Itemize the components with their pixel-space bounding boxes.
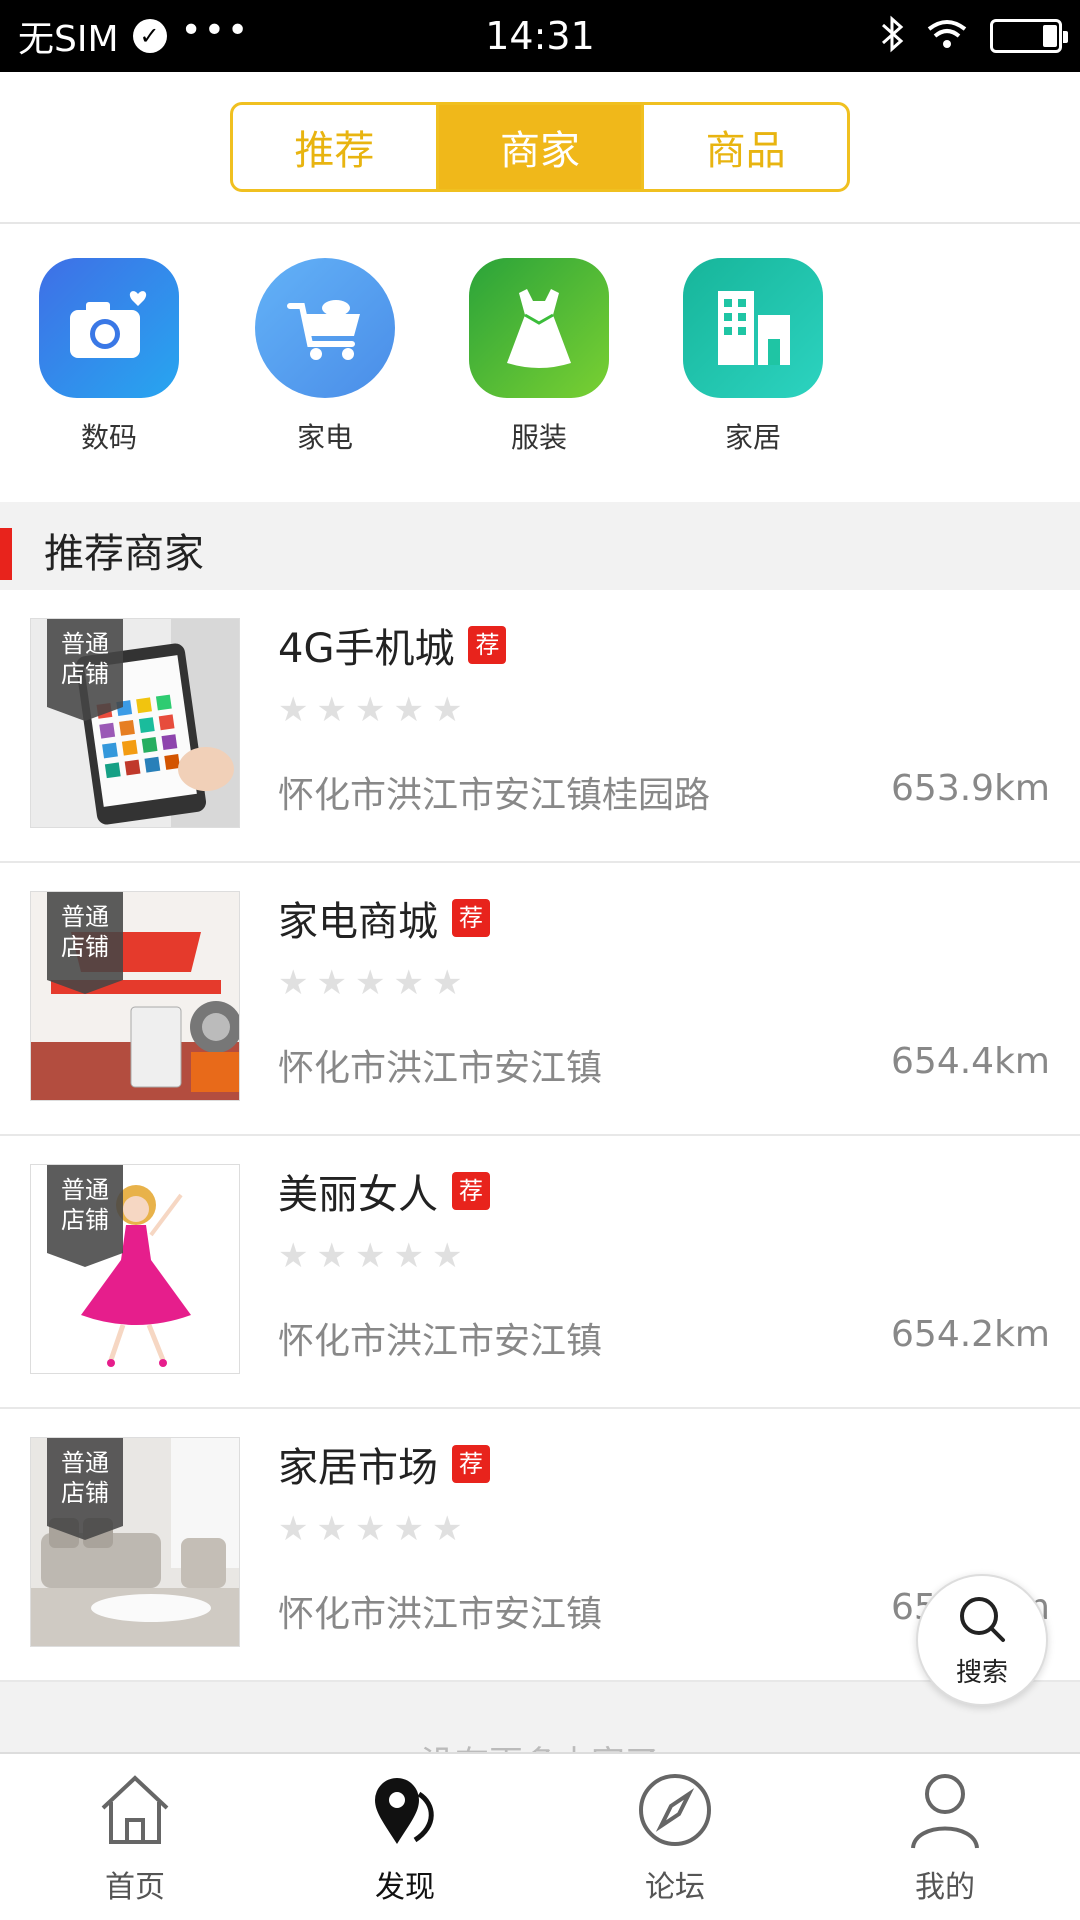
star-icon: ★	[393, 1236, 424, 1276]
tab-forum[interactable]: 论坛	[540, 1754, 810, 1920]
category-label: 数码	[80, 421, 137, 454]
star-icon: ★	[316, 1509, 347, 1549]
tab-profile[interactable]: 我的	[810, 1754, 1080, 1920]
merchant-address: 怀化市洪江市安江镇	[278, 1048, 603, 1089]
tab-merchants[interactable]: 商家	[435, 105, 642, 189]
star-icon: ★	[316, 690, 347, 730]
merchant-thumbnail: 普通 店铺	[30, 618, 240, 828]
tab-label: 我的	[915, 1870, 975, 1905]
star-icon: ★	[431, 1236, 463, 1276]
location-icon	[365, 1770, 445, 1854]
merchant-item[interactable]: 普通 店铺 4G手机城 荐 ★ ★ ★ ★ ★ 怀化市洪江市安江镇桂园路 653.9km	[0, 590, 1080, 863]
star-rating: ★ ★ ★ ★ ★	[278, 1509, 462, 1549]
merchant-address: 怀化市洪江市安江镇桂园路	[278, 775, 711, 816]
no-more-text: 没有更多内容了	[0, 1736, 1080, 1752]
merchant-thumbnail: 普通 店铺	[30, 1164, 240, 1374]
star-rating: ★ ★ ★ ★ ★	[278, 963, 462, 1003]
recommended-badge: 荐	[468, 626, 507, 664]
merchant-name: 家电商城	[278, 899, 438, 945]
merchant-thumbnail: 普通 店铺	[30, 891, 240, 1101]
star-rating: ★ ★ ★ ★ ★	[278, 1236, 462, 1276]
tab-label: 发现	[375, 1870, 435, 1905]
status-bar: 无SIM ✓ ••• 14:31	[0, 0, 1080, 72]
segmented-tabs: 推荐 商家 商品	[230, 102, 850, 192]
star-icon: ★	[393, 963, 424, 1003]
merchant-name: 美丽女人	[278, 1172, 438, 1218]
merchant-name: 家居市场	[278, 1445, 438, 1491]
star-icon: ★	[278, 1236, 309, 1276]
building-icon	[683, 258, 823, 398]
merchant-name: 4G手机城	[278, 626, 455, 672]
star-icon: ★	[354, 1236, 386, 1276]
star-icon: ★	[393, 1509, 424, 1549]
star-icon: ★	[354, 963, 386, 1003]
merchant-thumbnail: 普通 店铺	[30, 1437, 240, 1647]
recommended-badge: 荐	[452, 1172, 490, 1210]
recommended-badge: 荐	[452, 899, 490, 937]
tab-recommend[interactable]: 推荐	[233, 105, 436, 189]
star-rating: ★ ★ ★ ★ ★	[278, 690, 462, 730]
tab-discover[interactable]: 发现	[270, 1754, 540, 1920]
user-icon	[905, 1770, 985, 1854]
store-type-tag: 普通 店铺	[47, 1165, 123, 1267]
category-home[interactable]: 家居	[668, 258, 838, 456]
compass-icon	[635, 1770, 715, 1854]
merchant-distance: 654.4km	[891, 1041, 1050, 1082]
battery-icon	[990, 19, 1068, 53]
star-icon: ★	[431, 690, 463, 730]
star-icon: ★	[354, 1509, 386, 1549]
category-label: 服装	[510, 421, 567, 454]
recommended-badge: 荐	[452, 1445, 490, 1483]
merchant-item[interactable]: 普通 店铺 家电商城 荐 ★ ★ ★ ★ ★ 怀化市洪江市安江镇 654.4km	[0, 863, 1080, 1136]
star-icon: ★	[431, 963, 463, 1003]
bluetooth-icon	[880, 14, 904, 58]
top-header: 推荐 商家 商品	[0, 72, 1080, 224]
category-clothing[interactable]: 服装	[454, 258, 624, 456]
merchant-name-row: 家居市场 荐	[278, 1435, 490, 1493]
camera-icon	[39, 258, 179, 398]
bottom-tab-bar: 首页 发现 论坛 我的	[0, 1752, 1080, 1920]
dress-icon	[469, 258, 609, 398]
tab-products[interactable]: 商品	[641, 105, 847, 189]
category-appliance[interactable]: 家电	[240, 258, 410, 456]
home-icon	[95, 1770, 175, 1854]
section-title: 推荐商家	[44, 531, 204, 577]
star-icon: ★	[316, 1236, 347, 1276]
wifi-icon	[926, 17, 968, 55]
category-label: 家电	[296, 421, 353, 454]
store-type-tag: 普通 店铺	[47, 892, 123, 994]
merchant-name-row: 美丽女人 荐	[278, 1162, 490, 1220]
star-icon: ★	[278, 1509, 309, 1549]
merchant-address: 怀化市洪江市安江镇	[278, 1321, 603, 1362]
search-icon	[955, 1592, 1009, 1650]
merchant-name-row: 4G手机城 荐	[278, 616, 507, 674]
star-icon: ★	[393, 690, 424, 730]
star-icon: ★	[278, 690, 309, 730]
category-digital[interactable]: 数码	[24, 258, 194, 456]
star-icon: ★	[354, 690, 386, 730]
star-icon: ★	[316, 963, 347, 1003]
merchant-item[interactable]: 普通 店铺 美丽女人 荐 ★ ★ ★ ★ ★ 怀化市洪江市安江镇 654.2km	[0, 1136, 1080, 1409]
merchant-address: 怀化市洪江市安江镇	[278, 1594, 603, 1635]
search-label: 搜索	[955, 1657, 1008, 1688]
store-type-tag: 普通 店铺	[47, 1438, 123, 1540]
category-label: 家居	[724, 421, 781, 454]
merchant-name-row: 家电商城 荐	[278, 889, 490, 947]
store-type-tag: 普通 店铺	[47, 619, 123, 721]
star-icon: ★	[431, 1509, 463, 1549]
merchant-distance: 653.9km	[891, 768, 1050, 809]
merchant-list: 普通 店铺 4G手机城 荐 ★ ★ ★ ★ ★ 怀化市洪江市安江镇桂园路 653.9km	[0, 590, 1080, 1682]
shopping-cart-icon	[255, 258, 395, 398]
tab-label: 首页	[105, 1870, 165, 1905]
merchant-distance: 654.2km	[891, 1314, 1050, 1355]
category-grid: 数码 家电 服装 家居	[0, 226, 1080, 502]
search-button[interactable]: 搜索	[916, 1574, 1048, 1706]
section-accent-bar	[0, 528, 12, 580]
list-footer: 没有更多内容了	[0, 1682, 1080, 1752]
star-icon: ★	[278, 963, 309, 1003]
tab-label: 论坛	[645, 1870, 705, 1905]
section-header: 推荐商家	[0, 528, 1080, 590]
tab-home[interactable]: 首页	[0, 1754, 270, 1920]
